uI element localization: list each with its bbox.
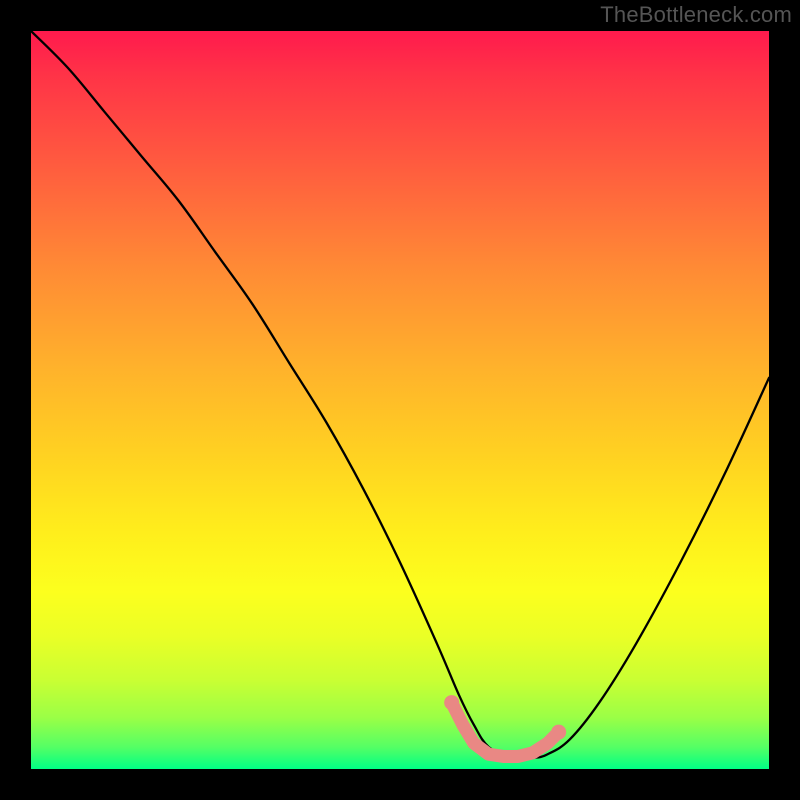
sweet-spot-start-dot — [444, 695, 459, 710]
bottleneck-curve-path — [31, 31, 769, 759]
sweet-spot-highlight — [452, 703, 559, 757]
curve-layer — [31, 31, 769, 769]
plot-area — [31, 31, 769, 769]
sweet-spot-end-dot — [551, 725, 566, 740]
watermark-text: TheBottleneck.com — [600, 2, 792, 28]
chart-frame: TheBottleneck.com — [0, 0, 800, 800]
